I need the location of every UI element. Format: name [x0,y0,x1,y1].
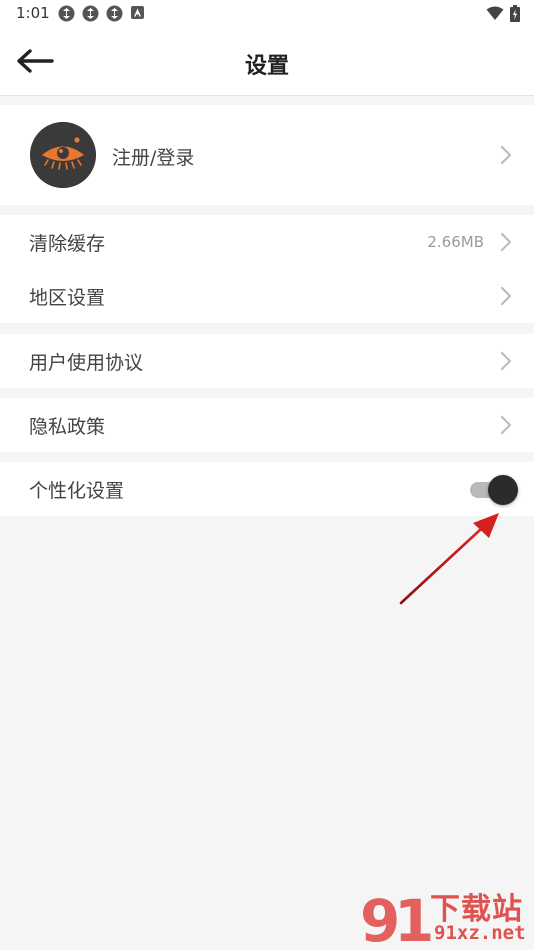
sync-icon [58,5,75,22]
login-register-label: 注册/登录 [112,147,195,169]
annotation-arrow-icon [399,513,499,605]
svg-text:1: 1 [394,887,434,950]
app-badge-icon [131,6,144,19]
app-bar: 设置 [0,28,534,96]
clear-cache-label: 清除缓存 [29,233,106,255]
avatar [30,122,96,188]
wifi-icon [486,6,504,20]
region-settings-row[interactable]: 地区设置 [0,269,534,323]
sync-icon [106,5,123,22]
user-agreement-row[interactable]: 用户使用协议 [0,334,534,388]
privacy-card: 隐私政策 [0,398,534,452]
clear-cache-row[interactable]: 清除缓存 2.66MB [0,215,534,269]
status-time: 1:01 [16,4,50,22]
toggle-knob [488,475,518,505]
storage-region-card: 清除缓存 2.66MB 地区设置 [0,215,534,323]
battery-charging-icon [510,5,520,22]
account-row[interactable]: 注册/登录 [0,105,534,205]
sync-icon [82,5,99,22]
chevron-right-icon [500,232,512,252]
page-title: 设置 [244,54,289,79]
privacy-policy-row[interactable]: 隐私政策 [0,398,534,452]
region-settings-label: 地区设置 [29,287,106,309]
user-agreement-label: 用户使用协议 [29,352,144,374]
personalization-label: 个性化设置 [29,480,125,502]
eye-logo-icon [30,122,96,188]
user-agreement-card: 用户使用协议 [0,334,534,388]
status-icons-right [486,5,520,22]
chevron-right-icon [500,145,512,165]
status-icons-left [58,5,145,22]
personalization-toggle[interactable] [468,473,520,505]
chevron-right-icon [500,415,512,435]
privacy-policy-label: 隐私政策 [29,416,106,438]
chevron-right-icon [500,351,512,371]
cache-size-value: 2.66MB [427,233,484,251]
chevron-right-icon [500,286,512,306]
status-bar: 1:01 [0,0,534,28]
watermark-url: 91xz.net [434,922,526,944]
